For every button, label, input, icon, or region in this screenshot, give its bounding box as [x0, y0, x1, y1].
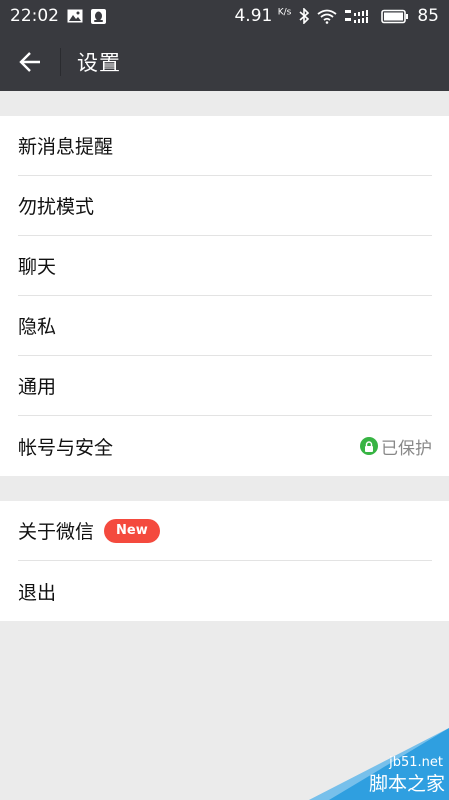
settings-item-privacy[interactable]: 隐私 [18, 296, 432, 356]
settings-item-label: 通用 [18, 376, 57, 398]
settings-group-main: 新消息提醒 勿扰模式 聊天 隐私 通用 帐号与安全 已保护 [0, 116, 449, 476]
image-icon [67, 9, 83, 23]
arrow-left-icon [19, 51, 40, 72]
settings-item-account-security[interactable]: 帐号与安全 已保护 [18, 416, 432, 476]
watermark-domain: jb51.net [389, 755, 443, 770]
settings-item-general[interactable]: 通用 [18, 356, 432, 416]
settings-item-label: 隐私 [18, 316, 57, 338]
settings-item-chat[interactable]: 聊天 [18, 236, 432, 296]
page-title: 设置 [77, 50, 121, 75]
status-bar: 22:02 4.91 K/s 85 [0, 0, 449, 32]
status-time: 22:02 [10, 6, 59, 26]
battery-level: 85 [417, 6, 439, 26]
back-button[interactable] [0, 32, 60, 91]
settings-item-label: 退出 [18, 581, 57, 604]
settings-group-about: 关于微信 New 退出 [0, 501, 449, 621]
lock-icon [360, 437, 378, 455]
settings-item-about-wechat[interactable]: 关于微信 New [18, 501, 432, 561]
new-badge: New [104, 518, 160, 543]
network-speed-unit: K/s [277, 7, 292, 18]
watermark: jb51.net 脚本之家 [289, 728, 449, 800]
status-left: 22:02 [10, 6, 106, 26]
watermark-site-name: 脚本之家 [368, 773, 445, 795]
signal-icon [345, 9, 373, 24]
security-status-text: 已保护 [381, 438, 432, 459]
battery-icon [381, 9, 409, 24]
title-divider [60, 47, 61, 76]
settings-item-new-message-alert[interactable]: 新消息提醒 [18, 116, 432, 176]
settings-item-label: 帐号与安全 [18, 436, 114, 459]
settings-item-do-not-disturb[interactable]: 勿扰模式 [18, 176, 432, 236]
settings-item-label: 关于微信 [18, 521, 95, 543]
settings-item-label: 勿扰模式 [18, 196, 95, 218]
security-status: 已保护 [360, 434, 432, 459]
network-speed: 4.91 K/s [234, 6, 291, 26]
settings-item-label: 新消息提醒 [18, 136, 114, 158]
qq-notification-icon [91, 8, 106, 24]
settings-item-logout[interactable]: 退出 [18, 561, 432, 621]
network-speed-value: 4.91 [234, 6, 273, 26]
settings-item-label: 聊天 [18, 256, 57, 278]
status-right: 4.91 K/s 85 [234, 6, 439, 26]
bluetooth-icon [299, 8, 310, 24]
wifi-icon [317, 9, 337, 24]
title-bar: 设置 [0, 32, 449, 91]
